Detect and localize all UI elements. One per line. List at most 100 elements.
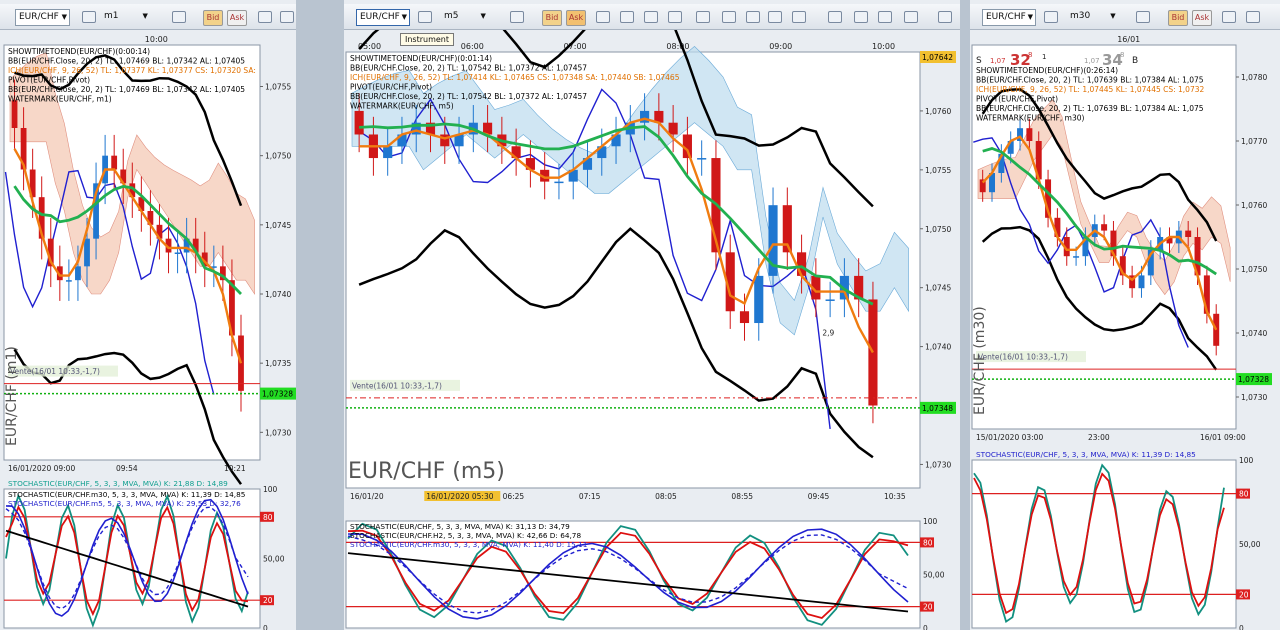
zoom-icon[interactable] [258,11,272,23]
bid-button[interactable]: Bid [542,10,562,26]
buy-price-frac: 8 [1120,51,1124,59]
period-selector[interactable]: m5 ▼ [444,9,494,26]
indicator-legend-line: BB(EUR/CHF.Close, 20, 2) TL: 1,07639 BL:… [976,104,1204,113]
current-price-label: 1,07348 [922,404,953,413]
candle-body [1073,256,1080,258]
time-tick-label: 16/01/2020 09:00 [8,464,75,473]
candle-body [11,100,18,128]
order-label: Vente(16/01 10:33,-1,7) [978,353,1068,362]
indicator-legend-line: BB(EUR/CHF.Close, 20, 2) TL: 1,07469 BL:… [8,57,245,66]
chart-type-icon[interactable] [510,11,524,23]
indicator-icon[interactable] [854,11,868,23]
oscillator-tick-label: 80 [263,513,273,522]
chart-type-icon[interactable] [172,11,186,23]
ask-button[interactable]: Ask [1192,10,1212,26]
time-tick-label: 08:05 [655,492,677,501]
watermark: EUR/CHF (m5) [348,459,505,484]
link-icon[interactable] [1044,11,1058,23]
indicator-legend-line: PIVOT(EUR/CHF,Pivot) [8,76,90,85]
order-label: Vente(16/01 10:33,-1,7) [352,381,442,390]
current-price-label: 1,07328 [262,390,293,399]
indicator-legend-line: BB(EUR/CHF.Close, 20, 2) TL: 1,07639 BL:… [976,76,1204,85]
chart-type-icon[interactable] [1136,11,1150,23]
oscillator-tick-label: 20 [923,603,933,612]
price-tick-label: 1,0730 [925,460,951,469]
oscillator-tick-label: 100 [1239,456,1254,465]
candle-body [1138,275,1145,289]
time-tick-label: 09:45 [808,492,830,501]
list-icon[interactable] [904,11,918,23]
price-tick-label: 1,0750 [1241,265,1267,274]
globe-icon[interactable] [768,11,782,23]
tools-icon[interactable] [878,11,892,23]
price-tick-label: 1,0730 [265,428,291,437]
zoom-out-icon[interactable] [620,11,634,23]
candle-body [1185,230,1192,237]
bid-button[interactable]: Bid [203,10,223,26]
time-tick-label: 10:35 [884,492,906,501]
time-tick-label: 16/01 09:00 [1200,433,1246,442]
properties-icon[interactable] [746,11,760,23]
buy-label: B [1132,56,1138,66]
price-tick-label: 1,0755 [265,83,291,92]
price-tick-label: 1,0740 [925,343,951,352]
chart-window-m30: EUR/CHF ▼ m30 ▼ Bid Ask 16/01 1,0780 1,0770 1… [970,0,1280,630]
pivot-label: 2,9 [822,328,834,337]
period-value: m5 [444,11,459,21]
oscillator-tick-label: 20 [263,596,273,605]
ask-button[interactable]: Ask [227,10,247,26]
zoom-icon[interactable] [1222,11,1236,23]
stochastic-legend-line: STOCHASTIC(EUR/CHF.m30, 5, 3, 3, MVA, MV… [350,540,587,549]
candle-body [440,134,450,147]
zoom-icon[interactable] [596,11,610,23]
time-tick-label: 07:15 [579,492,601,501]
time-label-top: 10:00 [145,35,168,44]
price-tick-label: 1,0745 [925,284,951,293]
chart-area-m30[interactable]: 16/011,07801,07701,07601,07501,07401,073… [970,30,1280,630]
price-tick-label: 1,0740 [1241,329,1267,338]
link-icon[interactable] [82,11,96,23]
period-selector[interactable]: m1 ▼ [104,9,154,26]
stochastic-legend-line: STOCHASTIC(EUR/CHF, 5, 3, 3, MVA, MVA) K… [976,450,1196,459]
symbol-selector[interactable]: EUR/CHF ▼ [982,9,1036,26]
period-selector[interactable]: m30 ▼ [1070,9,1120,26]
ask-button[interactable]: Ask [566,10,586,26]
oscillator-tick-label: 100 [263,485,278,494]
oscillator-tick-label: 80 [923,538,933,547]
time-tick-top: 09:00 [769,42,792,51]
time-tick-label: 15/01/2020 03:00 [976,433,1043,442]
candle-body [111,155,118,170]
indicator-legend-line: PIVOT(EUR/CHF,Pivot) [350,83,432,92]
text-icon[interactable] [696,11,710,23]
indicator-legend-line: BB(EUR/CHF.Close, 20, 2) TL: 1,07542 BL:… [350,92,587,101]
chart-area-m1[interactable]: 10:00 1,0755 1,0750 1,0745 1,0740 1,0735 1,073… [0,30,296,630]
oscillator-tick-label: 0 [923,624,928,630]
crosshair-icon[interactable] [668,11,682,23]
chart-toolbar: EUR/CHF ▼ m30 ▼ Bid Ask [970,4,1280,30]
zoom-out-icon[interactable] [1246,11,1260,23]
time-label-top: 16/01 [1117,35,1140,44]
oscillator-tick-label: 0 [263,624,268,630]
zoom-out-icon[interactable] [280,11,294,23]
time-tick-label: 08:55 [731,492,753,501]
symbol-value: EUR/CHF [19,12,59,22]
image-icon[interactable] [828,11,842,23]
settings-icon[interactable] [938,11,952,23]
screenshot-icon[interactable] [722,11,736,23]
price-tick-label: 1,0750 [265,152,291,161]
link-icon[interactable] [418,11,432,23]
chart-area-m5[interactable]: 05:00 06:00 07:00 08:00 09:00 10:001,07601,07… [344,30,960,630]
sell-price-frac: 8 [1028,51,1032,59]
symbol-selector[interactable]: EUR/CHF ▼ [15,9,70,26]
chevron-down-icon: ▼ [142,12,148,20]
time-tick-top: 06:00 [461,42,484,51]
oscillator-tick-label: 50,00 [263,555,285,564]
period-value: m1 [104,11,119,21]
candle-body [868,299,878,406]
bid-button[interactable]: Bid [1168,10,1188,26]
price-tick-label: 1,0755 [925,166,951,175]
fit-icon[interactable] [644,11,658,23]
symbol-selector[interactable]: EUR/CHF ▼ [356,9,410,26]
price-tick-label: 1,0730 [1241,393,1267,402]
ruler-icon[interactable] [792,11,806,23]
